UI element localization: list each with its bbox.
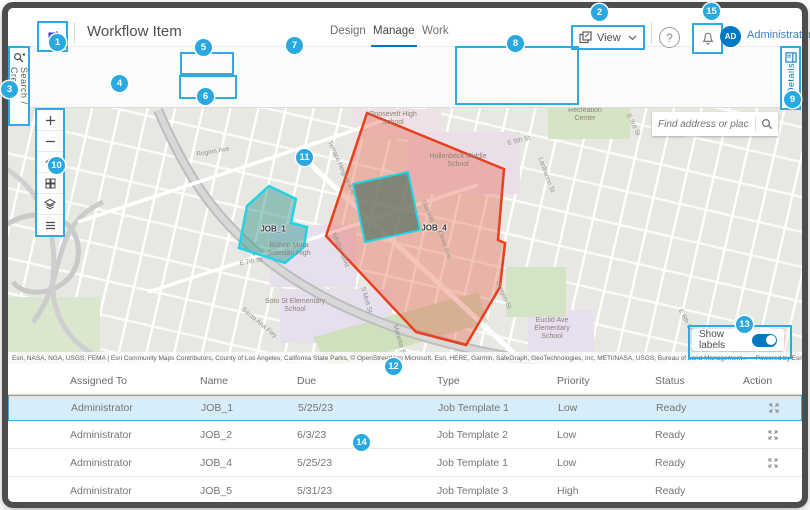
search-icon[interactable] xyxy=(756,118,778,130)
bell-icon xyxy=(701,31,715,46)
cell-priority: Low xyxy=(557,457,655,469)
map-canvas[interactable]: Roosevelt High School Recreation Center … xyxy=(8,107,802,364)
cell-assigned-to: Administrator xyxy=(70,485,200,497)
cell-priority: Low xyxy=(557,429,655,441)
header-divider xyxy=(74,22,75,44)
cell-priority: Low xyxy=(558,402,656,414)
table-row[interactable]: Administrator JOB_1 5/25/23 Job Template… xyxy=(8,395,802,421)
tab-work[interactable]: Work xyxy=(422,25,449,37)
zoom-out-button[interactable] xyxy=(37,131,63,152)
map-label: Bishop Mora Salesian High xyxy=(260,242,318,258)
cell-type: Job Template 1 xyxy=(437,457,557,469)
table-header: Assigned To Name Due Type Priority Statu… xyxy=(8,368,802,395)
notifications-button[interactable] xyxy=(692,23,723,54)
help-icon: ? xyxy=(666,31,673,45)
callout-8: 8 xyxy=(507,35,524,52)
app-window: Workflow Item Design Manage Work View ? xyxy=(0,0,810,510)
map-search-box xyxy=(652,112,778,136)
job1-map-label: JOB_1 xyxy=(260,225,285,234)
details-icon xyxy=(785,52,797,63)
cell-name: JOB_4 xyxy=(200,457,297,469)
manage-toolbar xyxy=(8,46,802,108)
cell-priority: High xyxy=(557,485,655,497)
callout-9: 9 xyxy=(784,91,801,108)
table-row[interactable]: Administrator JOB_5 5/31/23 Job Template… xyxy=(8,477,802,505)
chevron-down-icon xyxy=(628,35,637,41)
map-search-input[interactable] xyxy=(652,119,755,130)
cell-assigned-to: Administrator xyxy=(71,402,201,414)
table-row[interactable]: Administrator JOB_4 5/25/23 Job Template… xyxy=(8,449,802,477)
cell-status: Ready xyxy=(656,402,744,414)
zoom-to-job-icon[interactable] xyxy=(743,430,803,440)
header-divider-2 xyxy=(651,22,652,44)
show-labels-toggle[interactable] xyxy=(752,334,777,347)
zoom-to-job-icon[interactable] xyxy=(744,403,804,413)
cell-type: Job Template 3 xyxy=(437,485,557,497)
app-header: Workflow Item Design Manage Work View ? xyxy=(8,8,802,47)
callout-12: 12 xyxy=(385,358,402,375)
view-icon xyxy=(579,31,592,44)
user-name: Administrator xyxy=(747,29,810,41)
tab-manage[interactable]: Manage xyxy=(373,25,415,37)
callout-6: 6 xyxy=(197,88,214,105)
cell-assigned-to: Administrator xyxy=(70,457,200,469)
col-action: Action xyxy=(743,375,803,387)
view-dropdown[interactable]: View xyxy=(571,25,645,50)
powered-by-esri: Powered by Esri xyxy=(756,355,803,362)
tab-design[interactable]: Design xyxy=(330,25,366,37)
cell-status: Ready xyxy=(655,429,743,441)
cell-type: Job Template 2 xyxy=(437,429,557,441)
map-label: Soto St Elementary School xyxy=(263,298,327,314)
col-name[interactable]: Name xyxy=(200,375,297,387)
callout-2: 2 xyxy=(591,4,608,21)
callout-5: 5 xyxy=(195,39,212,56)
attribution-text: Esri, NASA, NGA, USGS, FEMA | Esri Commu… xyxy=(12,355,748,362)
col-priority[interactable]: Priority xyxy=(557,375,655,387)
map-label: Hollenbeck Middle School xyxy=(429,153,487,169)
cell-due: 5/31/23 xyxy=(297,485,437,497)
page-title: Workflow Item xyxy=(87,23,182,40)
map-label: Roosevelt High School xyxy=(364,111,422,127)
cell-due: 5/25/23 xyxy=(298,402,438,414)
details-label: Details xyxy=(786,63,796,94)
job-overlap-polygon xyxy=(353,172,420,242)
callout-4: 4 xyxy=(111,75,128,92)
callout-7: 7 xyxy=(286,37,303,54)
table-row[interactable]: Administrator JOB_2 6/3/23 Job Template … xyxy=(8,421,802,449)
cell-assigned-to: Administrator xyxy=(70,429,200,441)
layers-button[interactable] xyxy=(37,194,63,215)
cell-name: JOB_2 xyxy=(200,429,297,441)
map-attribution: Esri, NASA, NGA, USGS, FEMA | Esri Commu… xyxy=(8,352,802,364)
zoom-in-button[interactable] xyxy=(37,110,63,131)
zoom-to-job-icon[interactable] xyxy=(743,458,803,468)
col-due[interactable]: Due xyxy=(297,375,437,387)
job4-map-label: JOB_4 xyxy=(421,224,446,233)
map-label: Euclid Ave Elementary School xyxy=(529,317,575,341)
callout-15: 15 xyxy=(703,3,720,20)
callout-1: 1 xyxy=(49,34,66,51)
cell-status: Ready xyxy=(655,457,743,469)
col-status[interactable]: Status xyxy=(655,375,743,387)
help-button[interactable]: ? xyxy=(659,27,680,48)
view-label: View xyxy=(597,32,621,44)
callout-13: 13 xyxy=(736,316,753,333)
cell-due: 5/25/23 xyxy=(297,457,437,469)
cell-status: Ready xyxy=(655,485,743,497)
callout-3: 3 xyxy=(1,81,18,98)
show-labels-control: Show labels xyxy=(692,329,784,351)
col-type[interactable]: Type xyxy=(437,375,557,387)
jobs-table: Assigned To Name Due Type Priority Statu… xyxy=(8,364,802,502)
col-assigned-to[interactable]: Assigned To xyxy=(70,375,200,387)
avatar[interactable]: AD xyxy=(720,26,741,47)
callout-11: 11 xyxy=(296,149,313,166)
cell-type: Job Template 1 xyxy=(438,402,558,414)
basemap-button[interactable] xyxy=(37,173,63,194)
legend-button[interactable] xyxy=(37,215,63,235)
map-label: Recreation Center xyxy=(559,107,611,123)
cell-name: JOB_1 xyxy=(201,402,298,414)
search-create-icon xyxy=(13,52,25,64)
callout-14: 14 xyxy=(353,434,370,451)
callout-10: 10 xyxy=(48,157,65,174)
cell-name: JOB_5 xyxy=(200,485,297,497)
